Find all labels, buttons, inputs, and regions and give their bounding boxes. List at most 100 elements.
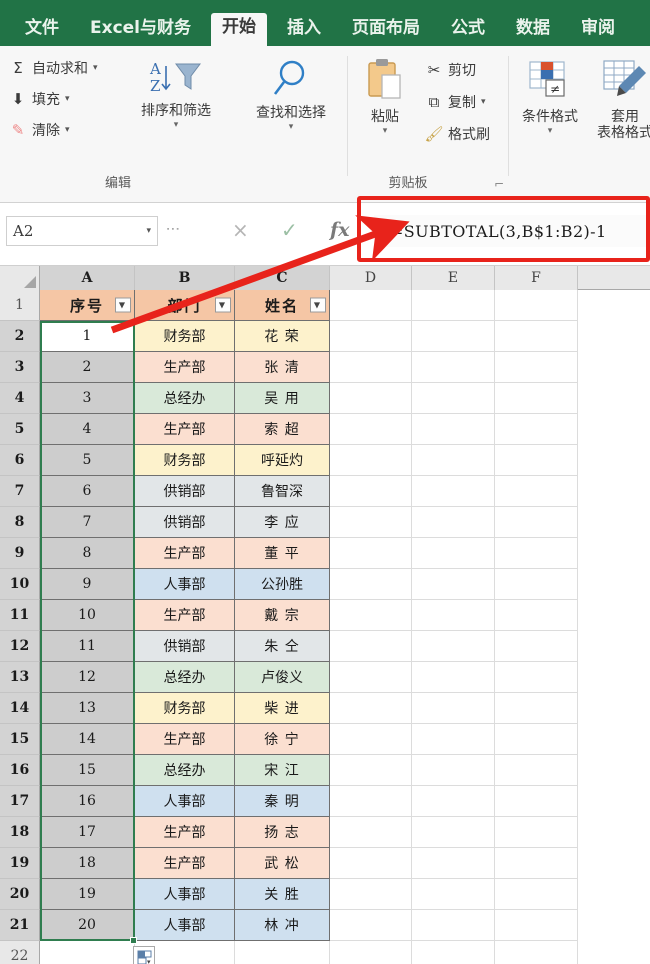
cell-B20[interactable]: 人事部: [135, 879, 235, 910]
row-header-7[interactable]: 7: [0, 476, 40, 507]
cell-empty[interactable]: [495, 755, 578, 786]
cell-C8[interactable]: 李 应: [235, 507, 330, 538]
cell-B14[interactable]: 财务部: [135, 693, 235, 724]
cell-C6[interactable]: 呼延灼: [235, 445, 330, 476]
cell-A17[interactable]: 16: [40, 786, 135, 817]
paste-button[interactable]: 粘贴 ▾: [354, 56, 416, 137]
cell-empty[interactable]: [495, 910, 578, 941]
filter-dropdown-0[interactable]: ▼: [115, 297, 131, 313]
cell-empty[interactable]: [330, 321, 412, 352]
cell-empty[interactable]: [330, 476, 412, 507]
cell-empty[interactable]: [412, 538, 495, 569]
ribbon-tab-1[interactable]: Excel与财务: [79, 14, 202, 46]
cell-empty[interactable]: [412, 445, 495, 476]
cell-empty[interactable]: [495, 476, 578, 507]
cell-A9[interactable]: 8: [40, 538, 135, 569]
cell-empty[interactable]: [330, 569, 412, 600]
cell-C17[interactable]: 秦 明: [235, 786, 330, 817]
cell-empty[interactable]: [330, 445, 412, 476]
row-header-17[interactable]: 17: [0, 786, 40, 817]
cell-B19[interactable]: 生产部: [135, 848, 235, 879]
column-header-B[interactable]: B: [135, 266, 235, 290]
clipboard-dialog-launcher[interactable]: ⌐: [494, 177, 504, 191]
cell-B3[interactable]: 生产部: [135, 352, 235, 383]
filter-dropdown-2[interactable]: ▼: [310, 297, 326, 313]
cell-empty[interactable]: [330, 290, 412, 321]
row-header-1[interactable]: 1: [0, 290, 40, 321]
ribbon-tab-7[interactable]: 审阅: [570, 14, 626, 46]
filter-dropdown-1[interactable]: ▼: [215, 297, 231, 313]
cell-A18[interactable]: 17: [40, 817, 135, 848]
copy-button[interactable]: ⧉ 复制 ▾: [424, 92, 486, 112]
cell-A5[interactable]: 4: [40, 414, 135, 445]
cell-A2[interactable]: 1: [40, 321, 135, 352]
table-header-0[interactable]: 序号 ▼: [40, 290, 135, 321]
cell-empty[interactable]: [495, 352, 578, 383]
cell-C16[interactable]: 宋 江: [235, 755, 330, 786]
cell-C2[interactable]: 花 荣: [235, 321, 330, 352]
cell-C21[interactable]: 林 冲: [235, 910, 330, 941]
cell-empty[interactable]: [495, 600, 578, 631]
cell-empty[interactable]: [412, 941, 495, 964]
cell-A14[interactable]: 13: [40, 693, 135, 724]
confirm-icon[interactable]: ✓: [281, 218, 298, 242]
cell-empty[interactable]: [412, 290, 495, 321]
cell-A12[interactable]: 11: [40, 631, 135, 662]
cell-C12[interactable]: 朱 仝: [235, 631, 330, 662]
row-header-8[interactable]: 8: [0, 507, 40, 538]
column-header-A[interactable]: A: [40, 266, 135, 290]
cell-empty[interactable]: [330, 848, 412, 879]
row-header-3[interactable]: 3: [0, 352, 40, 383]
column-header-E[interactable]: E: [412, 266, 495, 290]
cell-empty[interactable]: [495, 848, 578, 879]
cell-empty[interactable]: [40, 941, 135, 964]
cell-A15[interactable]: 14: [40, 724, 135, 755]
conditional-formatting-button[interactable]: ≠ 条件格式 ▾: [512, 56, 588, 137]
ribbon-tab-0[interactable]: 文件: [14, 14, 70, 46]
table-header-2[interactable]: 姓名 ▼: [235, 290, 330, 321]
cell-A16[interactable]: 15: [40, 755, 135, 786]
cell-empty[interactable]: [330, 786, 412, 817]
cell-empty[interactable]: [330, 941, 412, 964]
cell-empty[interactable]: [495, 724, 578, 755]
cell-A6[interactable]: 5: [40, 445, 135, 476]
cell-empty[interactable]: [412, 786, 495, 817]
cell-empty[interactable]: [330, 879, 412, 910]
cell-A7[interactable]: 6: [40, 476, 135, 507]
row-header-10[interactable]: 10: [0, 569, 40, 600]
cell-A11[interactable]: 10: [40, 600, 135, 631]
cell-empty[interactable]: [412, 476, 495, 507]
fill-button[interactable]: ⬇ 填充 ▾: [8, 89, 70, 109]
cell-A13[interactable]: 12: [40, 662, 135, 693]
cell-B16[interactable]: 总经办: [135, 755, 235, 786]
cell-C19[interactable]: 武 松: [235, 848, 330, 879]
cell-empty[interactable]: [412, 879, 495, 910]
cell-empty[interactable]: [330, 662, 412, 693]
cell-B18[interactable]: 生产部: [135, 817, 235, 848]
formula-input[interactable]: =SUBTOTAL(3,B$1:B2)-1: [374, 215, 646, 247]
cell-empty[interactable]: [330, 383, 412, 414]
cell-C20[interactable]: 关 胜: [235, 879, 330, 910]
cell-empty[interactable]: [330, 631, 412, 662]
cell-empty[interactable]: [412, 631, 495, 662]
cell-empty[interactable]: [495, 662, 578, 693]
cell-empty[interactable]: [495, 569, 578, 600]
chevron-down-icon[interactable]: ▾: [146, 226, 151, 236]
row-header-5[interactable]: 5: [0, 414, 40, 445]
cell-empty[interactable]: [330, 724, 412, 755]
cell-B21[interactable]: 人事部: [135, 910, 235, 941]
cell-empty[interactable]: [330, 538, 412, 569]
cell-B8[interactable]: 供销部: [135, 507, 235, 538]
cell-B17[interactable]: 人事部: [135, 786, 235, 817]
cell-A3[interactable]: 2: [40, 352, 135, 383]
cell-empty[interactable]: [330, 910, 412, 941]
autofill-options-button[interactable]: ▾: [133, 946, 155, 964]
cell-empty[interactable]: [495, 414, 578, 445]
cell-B2[interactable]: 财务部: [135, 321, 235, 352]
cell-empty[interactable]: [495, 817, 578, 848]
cell-empty[interactable]: [412, 383, 495, 414]
cell-empty[interactable]: [330, 507, 412, 538]
cell-A19[interactable]: 18: [40, 848, 135, 879]
cell-empty[interactable]: [412, 662, 495, 693]
insert-function-icon[interactable]: fx: [330, 219, 350, 241]
